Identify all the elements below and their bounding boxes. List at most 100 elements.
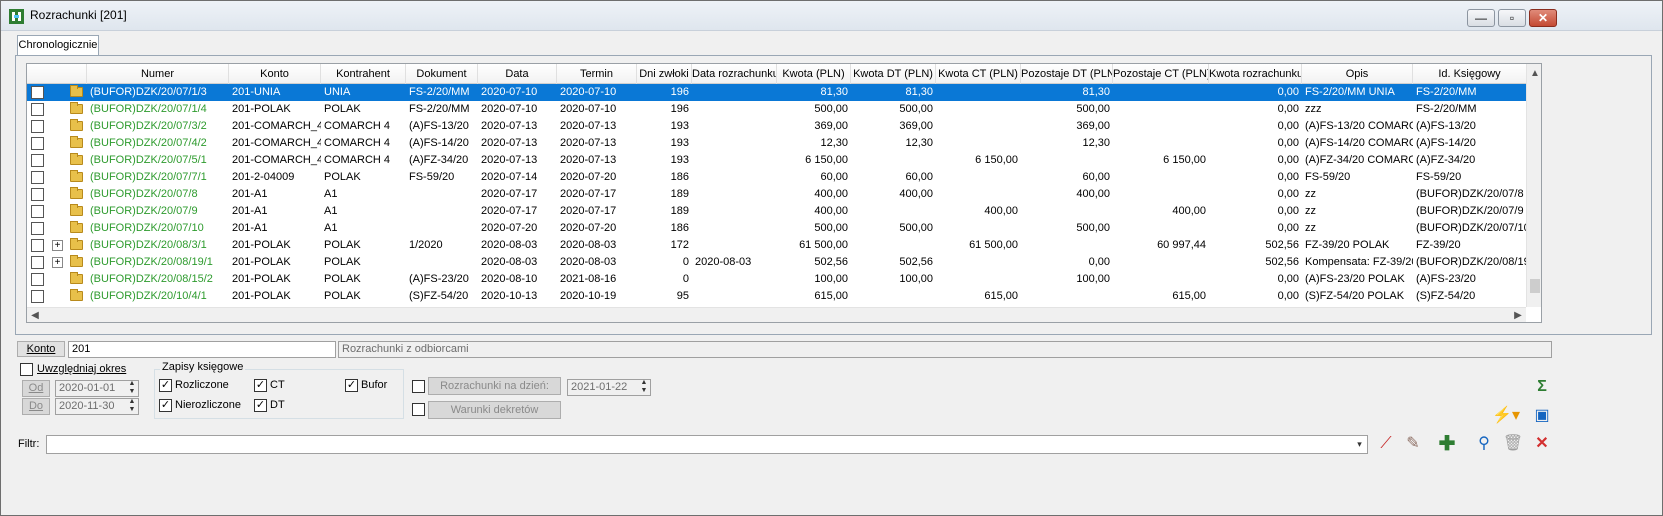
column-header[interactable]: Kwota (PLN) bbox=[777, 64, 851, 84]
minimize-button[interactable]: — bbox=[1467, 9, 1495, 27]
clear-filter-icon[interactable]: ⟋ bbox=[1375, 433, 1397, 455]
column-header[interactable]: Kontrahent bbox=[321, 64, 406, 84]
row-checkbox[interactable] bbox=[31, 273, 44, 286]
column-header[interactable]: Dokument bbox=[406, 64, 478, 84]
row-checkbox[interactable] bbox=[31, 290, 44, 303]
close-window-button[interactable]: ✕ bbox=[1529, 9, 1557, 27]
column-header[interactable]: Data bbox=[478, 64, 557, 84]
konto-input[interactable]: 201 bbox=[68, 341, 336, 358]
table-cell bbox=[1021, 288, 1113, 305]
do-button[interactable]: Do bbox=[22, 398, 50, 415]
table-cell: 201-COMARCH_4 bbox=[232, 137, 321, 149]
table-cell: (A)FZ-34/20 bbox=[409, 154, 469, 166]
table-row[interactable]: (BUFOR)DZK/20/07/10 201-A1 A1 2020-07-20 202… bbox=[27, 220, 1527, 237]
delete-icon[interactable]: 🗑 bbox=[1502, 433, 1524, 455]
rozrachunki-na-dzien-checkbox[interactable] bbox=[412, 380, 425, 393]
column-header[interactable]: Numer bbox=[87, 64, 229, 84]
table-row[interactable]: (BUFOR)DZK/20/07/3/2 201-COMARCH_4 COMARCH… bbox=[27, 118, 1527, 135]
tab-chronologicznie[interactable]: Chronologicznie bbox=[17, 35, 99, 56]
column-header[interactable]: Pozostaje DT (PLN) bbox=[1021, 64, 1113, 84]
column-header[interactable]: Id. Księgowy bbox=[1413, 64, 1527, 84]
table-cell: 172 bbox=[670, 239, 689, 251]
scroll-up-icon[interactable]: ▲ bbox=[1527, 66, 1541, 82]
expand-icon[interactable]: + bbox=[52, 240, 63, 251]
table-cell bbox=[1113, 220, 1209, 237]
sum-icon[interactable]: Σ bbox=[1531, 376, 1553, 398]
table-row[interactable]: (BUFOR)DZK/20/07/1/3 201-UNIA UNIA FS-2/20/… bbox=[27, 84, 1527, 101]
vertical-scroll-thumb[interactable] bbox=[1530, 279, 1540, 293]
table-cell: (BUFOR)DZK/20/07/9 bbox=[90, 205, 198, 217]
lightning-icon[interactable]: ⚡▾ bbox=[1491, 405, 1521, 427]
table-cell: 2020-08-03 bbox=[481, 239, 538, 251]
dt-checkbox[interactable]: ✓ bbox=[254, 399, 267, 412]
column-header[interactable]: Kwota CT (PLN) bbox=[936, 64, 1021, 84]
do-spinner-icon[interactable]: ▲ ▼ bbox=[127, 398, 137, 415]
od-spinner-icon[interactable]: ▲ ▼ bbox=[127, 380, 137, 397]
table-row[interactable]: (BUFOR)DZK/20/08/15/2 201-POLAK POLAK (A)FS… bbox=[27, 271, 1527, 288]
table-cell: zzz bbox=[1305, 103, 1322, 115]
column-header[interactable]: Konto bbox=[229, 64, 321, 84]
table-row[interactable]: (BUFOR)DZK/20/07/1/4 201-POLAK POLAK FS-2/2… bbox=[27, 101, 1527, 118]
table-cell bbox=[692, 84, 777, 101]
table-row[interactable]: (BUFOR)DZK/20/07/5/1 201-COMARCH_4 COMARCH… bbox=[27, 152, 1527, 169]
warunki-dekretow-checkbox[interactable] bbox=[412, 403, 425, 416]
od-button[interactable]: Od bbox=[22, 380, 50, 397]
rozrachunki-spinner-icon[interactable]: ▲ ▼ bbox=[639, 379, 649, 396]
close-icon[interactable]: ✕ bbox=[1531, 433, 1553, 455]
rozrachunki-grid[interactable]: Numer Konto Kontrahent Dokument Data Termin Dn… bbox=[26, 63, 1542, 323]
expand-icon[interactable]: + bbox=[52, 257, 63, 268]
row-checkbox[interactable] bbox=[31, 222, 44, 235]
rozrachunki-na-dzien-button[interactable]: Rozrachunki na dzień: bbox=[428, 377, 561, 395]
table-cell: 100,00 bbox=[814, 273, 848, 285]
maximize-button[interactable]: ▫ bbox=[1498, 9, 1526, 27]
bufor-checkbox[interactable]: ✓ bbox=[345, 379, 358, 392]
column-header[interactable]: Kwota DT (PLN) bbox=[851, 64, 936, 84]
row-checkbox[interactable] bbox=[31, 103, 44, 116]
column-header[interactable]: Termin bbox=[557, 64, 637, 84]
scroll-right-icon[interactable]: ▶ bbox=[1510, 308, 1526, 322]
filter-wizard-icon[interactable]: ✎ bbox=[1402, 433, 1424, 455]
vertical-scrollbar[interactable]: ▲ bbox=[1526, 64, 1541, 307]
uwzgledniaj-okres-checkbox[interactable] bbox=[20, 363, 33, 376]
row-checkbox[interactable] bbox=[31, 154, 44, 167]
filtr-input[interactable] bbox=[46, 435, 1368, 454]
row-checkbox[interactable] bbox=[31, 239, 44, 252]
table-row[interactable]: (BUFOR)DZK/20/10/4/1 201-POLAK POLAK (S)FZ-… bbox=[27, 288, 1527, 305]
nierozliczone-checkbox[interactable]: ✓ bbox=[159, 399, 172, 412]
table-row[interactable]: (BUFOR)DZK/20/07/9 201-A1 A1 2020-07-17 2020… bbox=[27, 203, 1527, 220]
row-checkbox[interactable] bbox=[31, 256, 44, 269]
table-cell: 201-2-04009 bbox=[232, 171, 295, 183]
row-checkbox[interactable] bbox=[31, 171, 44, 184]
column-header[interactable]: Kwota rozrachunku bbox=[1209, 64, 1302, 84]
column-header[interactable]: Pozostaje CT (PLN) bbox=[1113, 64, 1209, 84]
table-row[interactable]: (BUFOR)DZK/20/07/8 201-A1 A1 2020-07-17 2020… bbox=[27, 186, 1527, 203]
horizontal-scrollbar[interactable]: ◀ ▶ bbox=[27, 307, 1526, 322]
table-row[interactable]: + (BUFOR)DZK/20/08/3/1 201-POLAK POLAK 1/202… bbox=[27, 237, 1527, 254]
column-header[interactable]: Dni zwłoki bbox=[637, 64, 692, 84]
row-checkbox[interactable] bbox=[31, 137, 44, 150]
title-bar[interactable]: Rozrachunki [201] — ▫ ✕ bbox=[1, 1, 1662, 31]
scroll-left-icon[interactable]: ◀ bbox=[27, 308, 43, 322]
search-icon[interactable]: ⚲ bbox=[1473, 433, 1495, 455]
rozliczone-checkbox[interactable]: ✓ bbox=[159, 379, 172, 392]
filtr-dropdown-icon[interactable]: ▾ bbox=[1353, 437, 1366, 454]
table-row[interactable]: (BUFOR)DZK/20/07/7/1 201-2-04009 POLAK FS-5… bbox=[27, 169, 1527, 186]
table-row[interactable]: (BUFOR)DZK/20/07/4/2 201-COMARCH_4 COMARCH… bbox=[27, 135, 1527, 152]
table-row[interactable]: + (BUFOR)DZK/20/08/19/1 201-POLAK POLAK 2020… bbox=[27, 254, 1527, 271]
column-header[interactable]: Data rozrachunku bbox=[692, 64, 777, 84]
export-icon[interactable]: ▣ bbox=[1531, 405, 1553, 427]
column-header[interactable]: Opis bbox=[1302, 64, 1413, 84]
ct-checkbox[interactable]: ✓ bbox=[254, 379, 267, 392]
add-icon[interactable]: ✚ bbox=[1432, 433, 1462, 455]
row-checkbox[interactable] bbox=[31, 188, 44, 201]
table-cell: 400,00 bbox=[1076, 188, 1110, 200]
table-cell: 400,00 bbox=[814, 205, 848, 217]
folder-icon bbox=[70, 204, 83, 216]
konto-button[interactable]: Konto bbox=[17, 341, 65, 357]
row-checkbox[interactable] bbox=[31, 86, 44, 99]
table-cell: (BUFOR)DZK/20/08/15/2 bbox=[90, 273, 213, 285]
row-checkbox[interactable] bbox=[31, 120, 44, 133]
table-cell: FS-59/20 bbox=[1305, 171, 1351, 183]
warunki-dekretow-button[interactable]: Warunki dekretów bbox=[428, 401, 561, 419]
row-checkbox[interactable] bbox=[31, 205, 44, 218]
